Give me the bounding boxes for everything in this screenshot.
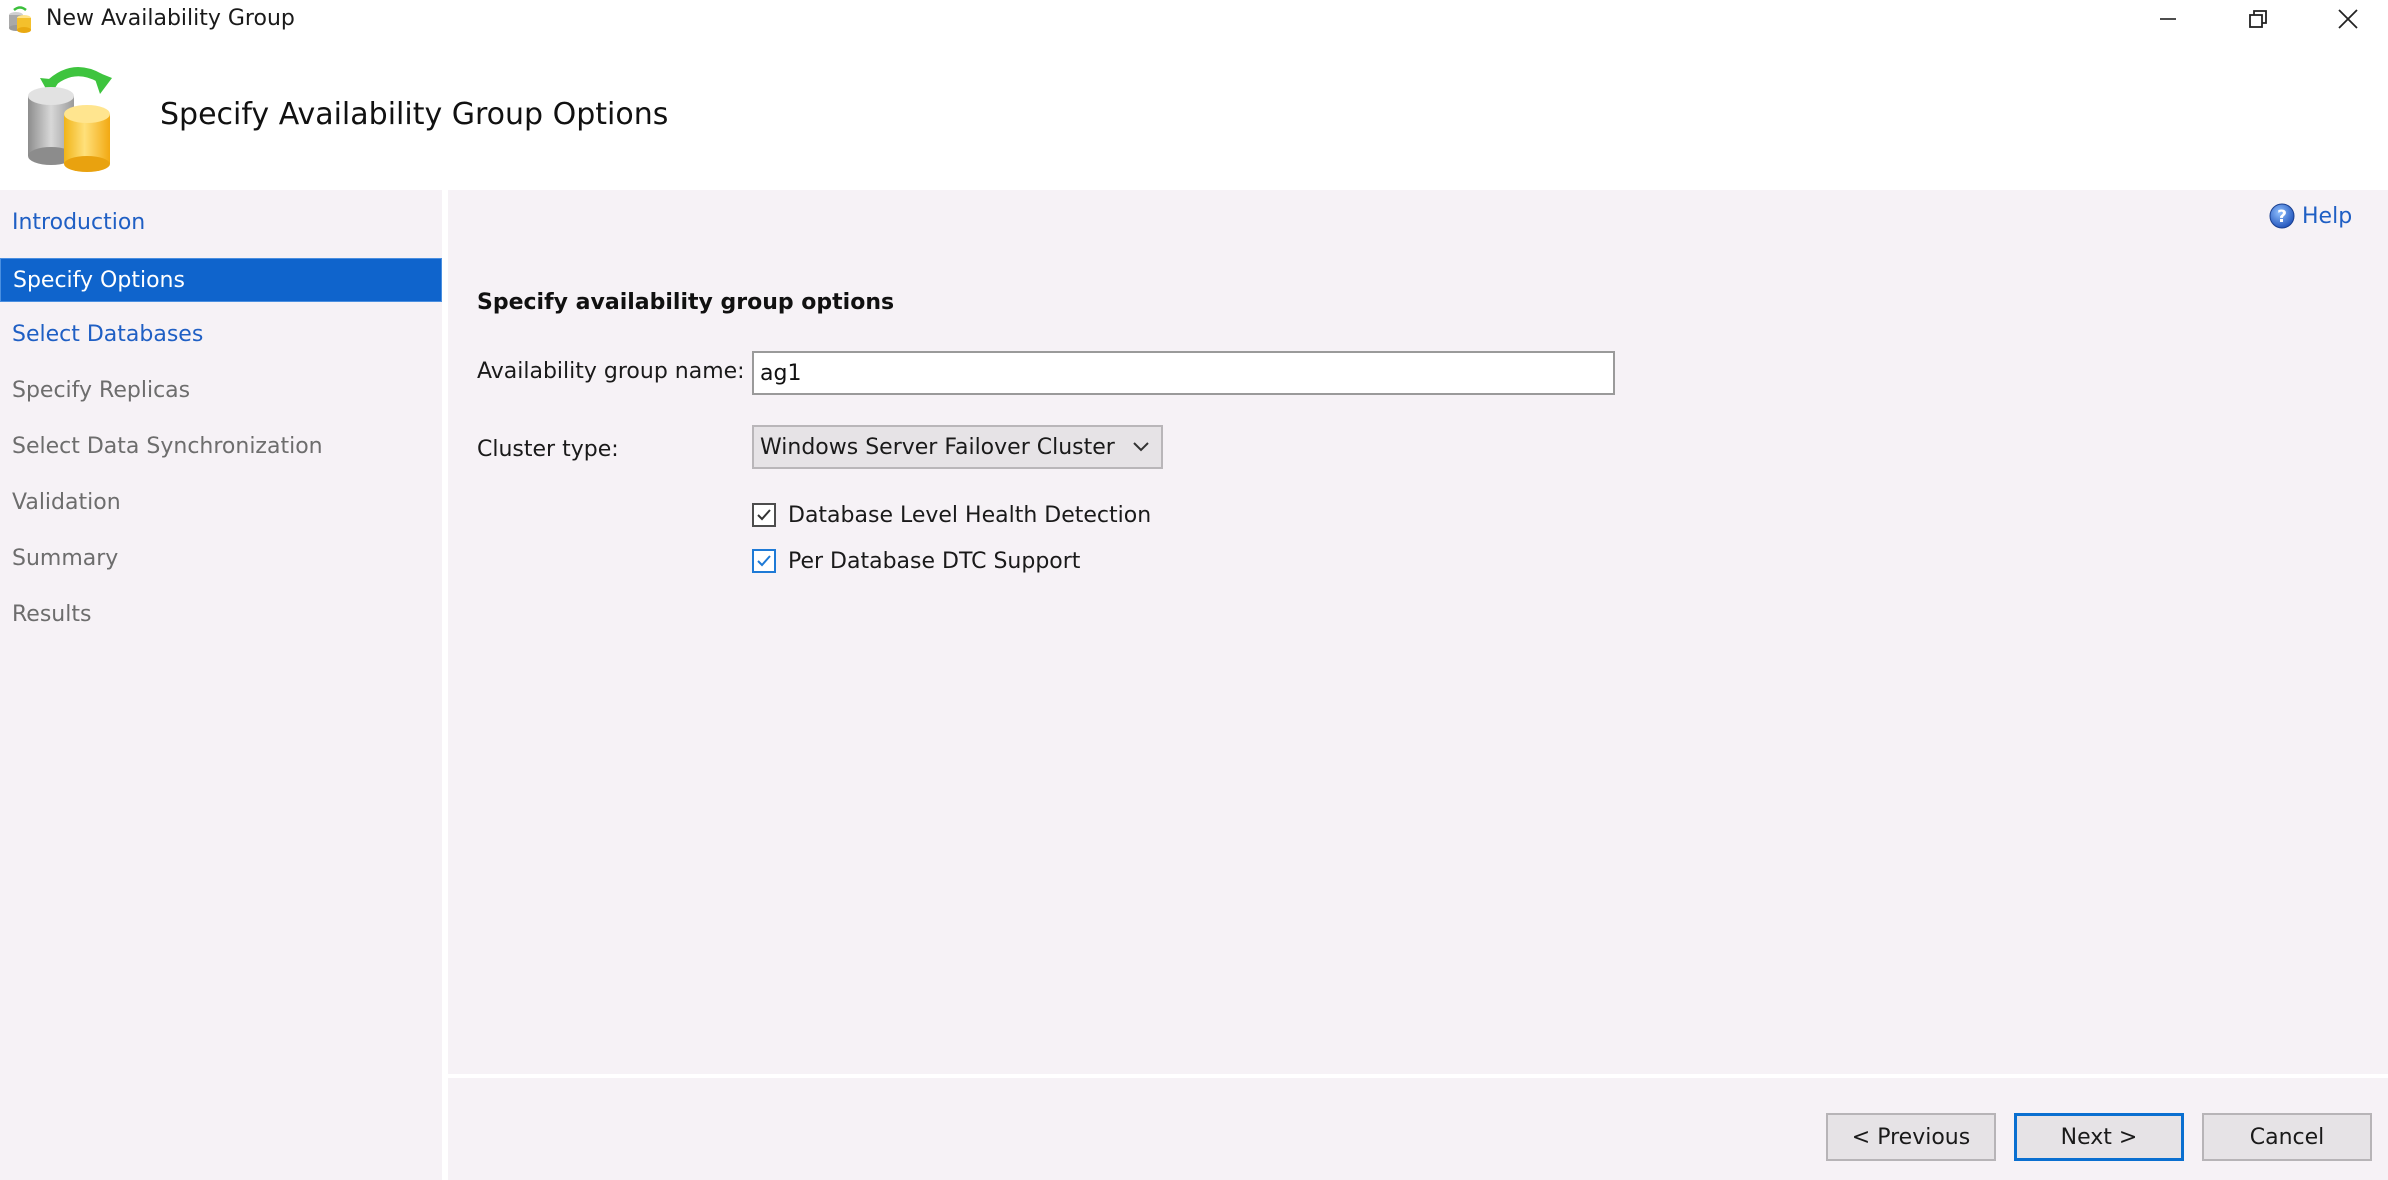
help-label[interactable]: Help	[2302, 204, 2352, 229]
cluster-type-value: Windows Server Failover Cluster	[760, 434, 1115, 460]
main-pane	[448, 190, 2388, 1074]
help-link[interactable]: ? Help	[2268, 200, 2352, 232]
window-title: New Availability Group	[46, 6, 295, 31]
help-icon: ?	[2269, 203, 2295, 229]
section-heading: Specify availability group options	[477, 290, 895, 315]
title-bar: New Availability Group	[0, 0, 2388, 38]
close-icon	[2338, 9, 2358, 29]
checkmark-icon	[757, 509, 771, 521]
sidebar-item-specify-options[interactable]: Specify Options	[0, 258, 442, 302]
restore-button[interactable]	[2212, 0, 2304, 38]
cluster-type-label: Cluster type:	[477, 437, 619, 462]
sidebar-item-specify-replicas: Specify Replicas	[12, 378, 191, 403]
next-button[interactable]: Next >	[2014, 1113, 2184, 1161]
sidebar-item-select-data-synchronization: Select Data Synchronization	[12, 434, 323, 459]
sidebar-item-validation: Validation	[12, 490, 121, 515]
sidebar-item-introduction[interactable]: Introduction	[0, 201, 442, 245]
checkbox-label: Database Level Health Detection	[788, 502, 1152, 528]
availability-group-name-label: Availability group name:	[477, 359, 745, 384]
cluster-type-dropdown[interactable]: Windows Server Failover Cluster	[752, 425, 1163, 469]
checkmark-icon	[757, 555, 771, 567]
restore-icon	[2249, 10, 2267, 28]
database-sync-icon	[6, 5, 34, 33]
minimize-icon	[2160, 18, 2176, 20]
svg-text:?: ?	[2277, 207, 2287, 227]
sidebar-item-select-databases[interactable]: Select Databases	[0, 313, 442, 357]
close-button[interactable]	[2302, 0, 2388, 38]
previous-button[interactable]: < Previous	[1826, 1113, 1996, 1161]
database-sync-icon	[20, 60, 125, 172]
minimize-button[interactable]	[2122, 0, 2214, 38]
wizard-header: Specify Availability Group Options	[0, 38, 2388, 190]
page-title: Specify Availability Group Options	[160, 97, 669, 132]
availability-group-name-input[interactable]	[752, 351, 1615, 395]
database-level-health-detection-checkbox[interactable]: Database Level Health Detection	[752, 499, 1151, 531]
sidebar-item-summary: Summary	[12, 546, 119, 571]
cancel-button[interactable]: Cancel	[2202, 1113, 2372, 1161]
checkbox-label: Per Database DTC Support	[788, 548, 1081, 574]
sidebar-item-results: Results	[12, 602, 92, 627]
wizard-steps-sidebar: Introduction Specify Options Select Data…	[0, 190, 442, 1180]
checkbox[interactable]	[752, 549, 776, 573]
chevron-down-icon	[1133, 442, 1149, 452]
per-database-dtc-support-checkbox[interactable]: Per Database DTC Support	[752, 545, 1080, 577]
checkbox[interactable]	[752, 503, 776, 527]
